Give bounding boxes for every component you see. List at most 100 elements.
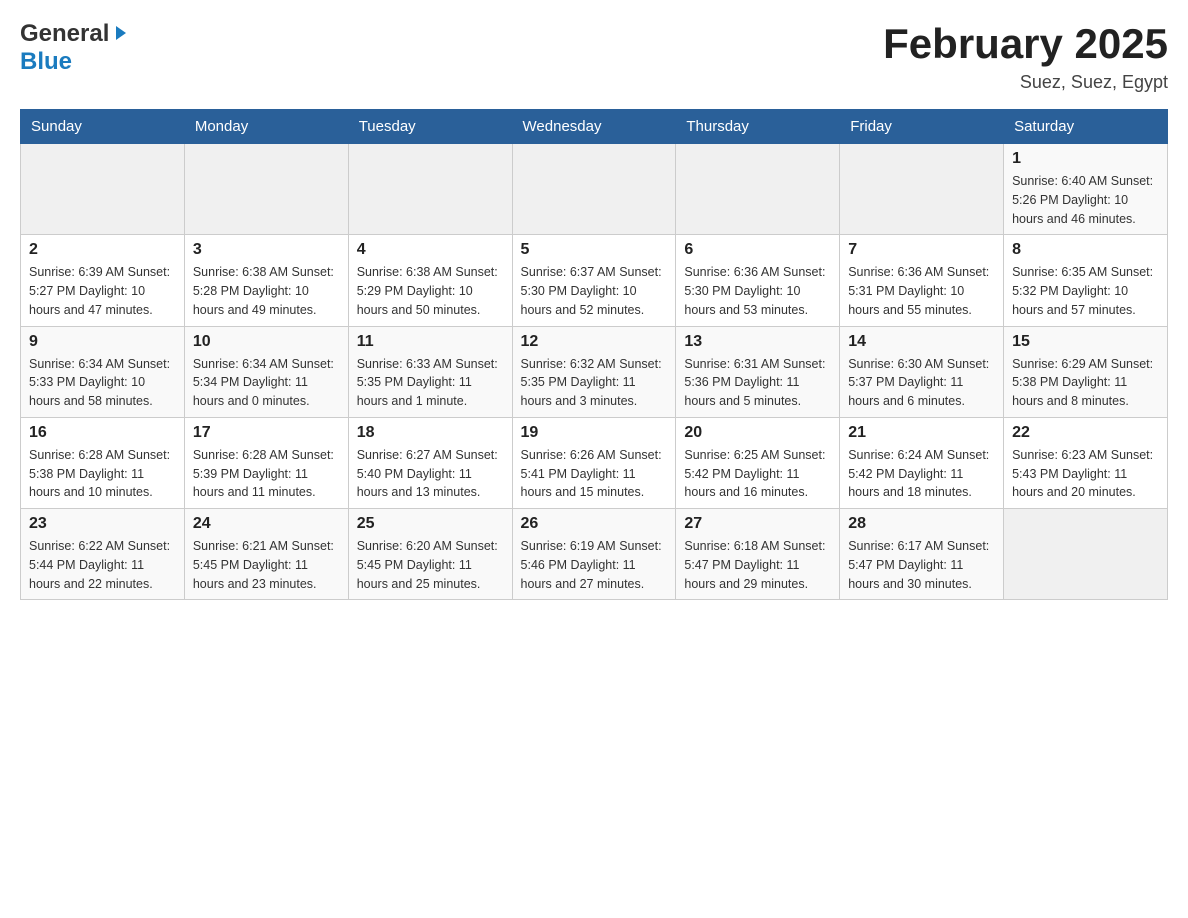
calendar-cell <box>840 144 1004 235</box>
day-info: Sunrise: 6:31 AM Sunset: 5:36 PM Dayligh… <box>684 355 831 411</box>
day-info: Sunrise: 6:20 AM Sunset: 5:45 PM Dayligh… <box>357 537 504 593</box>
logo-general-text: General <box>20 20 109 48</box>
day-number: 19 <box>521 424 668 442</box>
location-text: Suez, Suez, Egypt <box>883 72 1168 93</box>
day-info: Sunrise: 6:34 AM Sunset: 5:34 PM Dayligh… <box>193 355 340 411</box>
day-info: Sunrise: 6:30 AM Sunset: 5:37 PM Dayligh… <box>848 355 995 411</box>
day-info: Sunrise: 6:36 AM Sunset: 5:31 PM Dayligh… <box>848 263 995 319</box>
day-number: 17 <box>193 424 340 442</box>
day-number: 7 <box>848 241 995 259</box>
weekday-header-saturday: Saturday <box>1004 110 1168 144</box>
calendar-cell: 11 Sunrise: 6:33 AM Sunset: 5:35 PM Dayli… <box>348 326 512 417</box>
day-info: Sunrise: 6:26 AM Sunset: 5:41 PM Dayligh… <box>521 446 668 502</box>
calendar-week-row: 1 Sunrise: 6:40 AM Sunset: 5:26 PM Daylig… <box>21 144 1168 235</box>
day-info: Sunrise: 6:38 AM Sunset: 5:29 PM Dayligh… <box>357 263 504 319</box>
calendar-cell: 7 Sunrise: 6:36 AM Sunset: 5:31 PM Daylig… <box>840 235 1004 326</box>
calendar-cell: 13 Sunrise: 6:31 AM Sunset: 5:36 PM Dayli… <box>676 326 840 417</box>
calendar-cell: 16 Sunrise: 6:28 AM Sunset: 5:38 PM Dayli… <box>21 417 185 508</box>
day-info: Sunrise: 6:35 AM Sunset: 5:32 PM Dayligh… <box>1012 263 1159 319</box>
day-number: 8 <box>1012 241 1159 259</box>
day-number: 3 <box>193 241 340 259</box>
day-number: 4 <box>357 241 504 259</box>
calendar-cell: 5 Sunrise: 6:37 AM Sunset: 5:30 PM Daylig… <box>512 235 676 326</box>
day-info: Sunrise: 6:38 AM Sunset: 5:28 PM Dayligh… <box>193 263 340 319</box>
day-number: 1 <box>1012 150 1159 168</box>
weekday-header-friday: Friday <box>840 110 1004 144</box>
day-number: 11 <box>357 333 504 351</box>
day-number: 20 <box>684 424 831 442</box>
calendar-cell: 19 Sunrise: 6:26 AM Sunset: 5:41 PM Dayli… <box>512 417 676 508</box>
day-number: 6 <box>684 241 831 259</box>
calendar-cell <box>21 144 185 235</box>
day-number: 13 <box>684 333 831 351</box>
calendar-week-row: 16 Sunrise: 6:28 AM Sunset: 5:38 PM Dayli… <box>21 417 1168 508</box>
calendar-cell: 1 Sunrise: 6:40 AM Sunset: 5:26 PM Daylig… <box>1004 144 1168 235</box>
weekday-header-thursday: Thursday <box>676 110 840 144</box>
day-number: 22 <box>1012 424 1159 442</box>
day-number: 27 <box>684 515 831 533</box>
calendar-cell: 22 Sunrise: 6:23 AM Sunset: 5:43 PM Dayli… <box>1004 417 1168 508</box>
day-number: 12 <box>521 333 668 351</box>
calendar-cell: 10 Sunrise: 6:34 AM Sunset: 5:34 PM Dayli… <box>184 326 348 417</box>
day-info: Sunrise: 6:18 AM Sunset: 5:47 PM Dayligh… <box>684 537 831 593</box>
day-info: Sunrise: 6:19 AM Sunset: 5:46 PM Dayligh… <box>521 537 668 593</box>
day-number: 18 <box>357 424 504 442</box>
weekday-header-sunday: Sunday <box>21 110 185 144</box>
day-number: 24 <box>193 515 340 533</box>
day-info: Sunrise: 6:21 AM Sunset: 5:45 PM Dayligh… <box>193 537 340 593</box>
day-number: 26 <box>521 515 668 533</box>
calendar-cell: 14 Sunrise: 6:30 AM Sunset: 5:37 PM Dayli… <box>840 326 1004 417</box>
day-info: Sunrise: 6:34 AM Sunset: 5:33 PM Dayligh… <box>29 355 176 411</box>
day-info: Sunrise: 6:27 AM Sunset: 5:40 PM Dayligh… <box>357 446 504 502</box>
logo-arrow-icon <box>112 24 130 47</box>
day-number: 16 <box>29 424 176 442</box>
calendar-title: February 2025 <box>883 20 1168 68</box>
weekday-header-monday: Monday <box>184 110 348 144</box>
calendar-table: SundayMondayTuesdayWednesdayThursdayFrid… <box>20 109 1168 600</box>
day-info: Sunrise: 6:29 AM Sunset: 5:38 PM Dayligh… <box>1012 355 1159 411</box>
weekday-header-tuesday: Tuesday <box>348 110 512 144</box>
calendar-cell: 8 Sunrise: 6:35 AM Sunset: 5:32 PM Daylig… <box>1004 235 1168 326</box>
calendar-cell: 26 Sunrise: 6:19 AM Sunset: 5:46 PM Dayli… <box>512 509 676 600</box>
day-number: 21 <box>848 424 995 442</box>
day-info: Sunrise: 6:23 AM Sunset: 5:43 PM Dayligh… <box>1012 446 1159 502</box>
calendar-week-row: 23 Sunrise: 6:22 AM Sunset: 5:44 PM Dayli… <box>21 509 1168 600</box>
calendar-cell: 17Sunrise: 6:28 AM Sunset: 5:39 PM Dayli… <box>184 417 348 508</box>
day-info: Sunrise: 6:33 AM Sunset: 5:35 PM Dayligh… <box>357 355 504 411</box>
day-number: 23 <box>29 515 176 533</box>
day-info: Sunrise: 6:32 AM Sunset: 5:35 PM Dayligh… <box>521 355 668 411</box>
day-number: 2 <box>29 241 176 259</box>
calendar-cell: 15 Sunrise: 6:29 AM Sunset: 5:38 PM Dayli… <box>1004 326 1168 417</box>
calendar-cell: 4 Sunrise: 6:38 AM Sunset: 5:29 PM Daylig… <box>348 235 512 326</box>
logo-blue-text: Blue <box>20 48 72 75</box>
calendar-cell: 6Sunrise: 6:36 AM Sunset: 5:30 PM Daylig… <box>676 235 840 326</box>
calendar-cell <box>512 144 676 235</box>
day-info: Sunrise: 6:28 AM Sunset: 5:38 PM Dayligh… <box>29 446 176 502</box>
day-info: Sunrise: 6:22 AM Sunset: 5:44 PM Dayligh… <box>29 537 176 593</box>
day-number: 14 <box>848 333 995 351</box>
day-info: Sunrise: 6:40 AM Sunset: 5:26 PM Dayligh… <box>1012 172 1159 228</box>
calendar-cell: 2Sunrise: 6:39 AM Sunset: 5:27 PM Daylig… <box>21 235 185 326</box>
day-number: 10 <box>193 333 340 351</box>
calendar-cell: 12 Sunrise: 6:32 AM Sunset: 5:35 PM Dayli… <box>512 326 676 417</box>
page-header: General Blue February 2025 Suez, Suez, E… <box>20 20 1168 93</box>
day-info: Sunrise: 6:24 AM Sunset: 5:42 PM Dayligh… <box>848 446 995 502</box>
calendar-cell <box>184 144 348 235</box>
day-number: 28 <box>848 515 995 533</box>
weekday-header-row: SundayMondayTuesdayWednesdayThursdayFrid… <box>21 110 1168 144</box>
calendar-cell: 23 Sunrise: 6:22 AM Sunset: 5:44 PM Dayli… <box>21 509 185 600</box>
calendar-cell: 25 Sunrise: 6:20 AM Sunset: 5:45 PM Dayli… <box>348 509 512 600</box>
calendar-cell: 9Sunrise: 6:34 AM Sunset: 5:33 PM Daylig… <box>21 326 185 417</box>
day-number: 25 <box>357 515 504 533</box>
calendar-cell <box>348 144 512 235</box>
day-number: 5 <box>521 241 668 259</box>
logo: General Blue <box>20 20 130 76</box>
calendar-cell: 24 Sunrise: 6:21 AM Sunset: 5:45 PM Dayli… <box>184 509 348 600</box>
calendar-cell: 28Sunrise: 6:17 AM Sunset: 5:47 PM Dayli… <box>840 509 1004 600</box>
title-block: February 2025 Suez, Suez, Egypt <box>883 20 1168 93</box>
calendar-cell: 3 Sunrise: 6:38 AM Sunset: 5:28 PM Daylig… <box>184 235 348 326</box>
day-number: 15 <box>1012 333 1159 351</box>
calendar-week-row: 2Sunrise: 6:39 AM Sunset: 5:27 PM Daylig… <box>21 235 1168 326</box>
day-info: Sunrise: 6:37 AM Sunset: 5:30 PM Dayligh… <box>521 263 668 319</box>
calendar-cell: 21 Sunrise: 6:24 AM Sunset: 5:42 PM Dayli… <box>840 417 1004 508</box>
